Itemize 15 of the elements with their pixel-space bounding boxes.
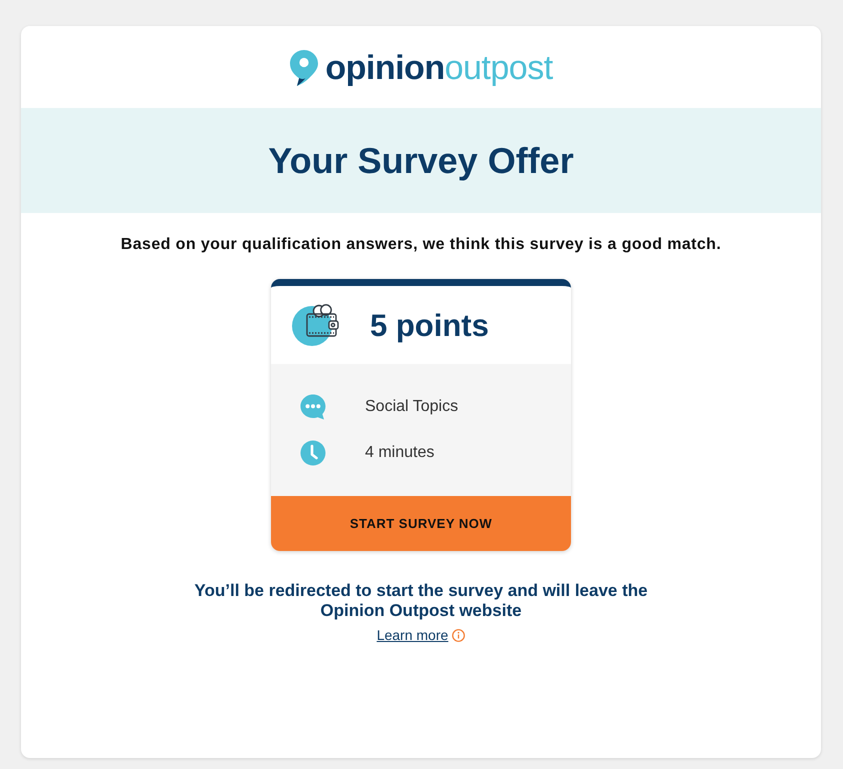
logo-text: opinion [325, 51, 445, 85]
info-icon [452, 628, 466, 642]
logo-text: outpost [444, 51, 553, 85]
chat-bubble-icon [300, 394, 326, 420]
page-title: Your Survey Offer [268, 142, 574, 178]
location-pin-icon [289, 49, 320, 87]
points-value: 5 points [370, 310, 489, 340]
detail-text: Social Topics [365, 399, 458, 415]
detail-text: 4 minutes [365, 445, 434, 461]
clock-icon [300, 440, 326, 466]
redirect-notice: You’ll be redirected to start the survey and will leave the Opinion Outpost website [193, 581, 649, 621]
learn-more-link[interactable]: Learn more [376, 628, 448, 642]
start-survey-button[interactable]: START SURVEY NOW [271, 496, 571, 551]
wallet-icon [292, 304, 340, 346]
intro-text: Based on your qualification answers, we think this survey is a good match. [120, 235, 722, 255]
